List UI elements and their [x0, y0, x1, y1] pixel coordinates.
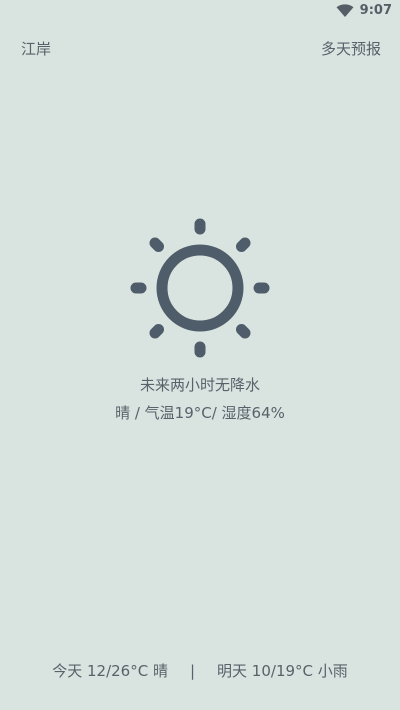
tomorrow-forecast: 明天 10/19°C 小雨: [217, 662, 348, 680]
status-bar: 9:07: [0, 0, 400, 24]
forecast-footer: 今天 12/26°C 晴 | 明天 10/19°C 小雨: [0, 660, 400, 681]
weather-details: 晴 / 气温19°C/ 湿度64%: [115, 404, 285, 422]
location-label[interactable]: 江岸: [21, 38, 51, 59]
status-right: 9:07: [336, 3, 392, 18]
precipitation-summary: 未来两小时无降水: [139, 376, 260, 394]
sun-icon: [130, 218, 270, 358]
status-time: 9:07: [359, 3, 392, 18]
footer-divider: |: [189, 661, 196, 680]
wifi-icon: [336, 3, 354, 18]
multi-day-forecast-link[interactable]: 多天预报: [321, 38, 381, 59]
today-forecast: 今天 12/26°C 晴: [52, 662, 168, 680]
header: 江岸 多天预报: [0, 38, 400, 60]
